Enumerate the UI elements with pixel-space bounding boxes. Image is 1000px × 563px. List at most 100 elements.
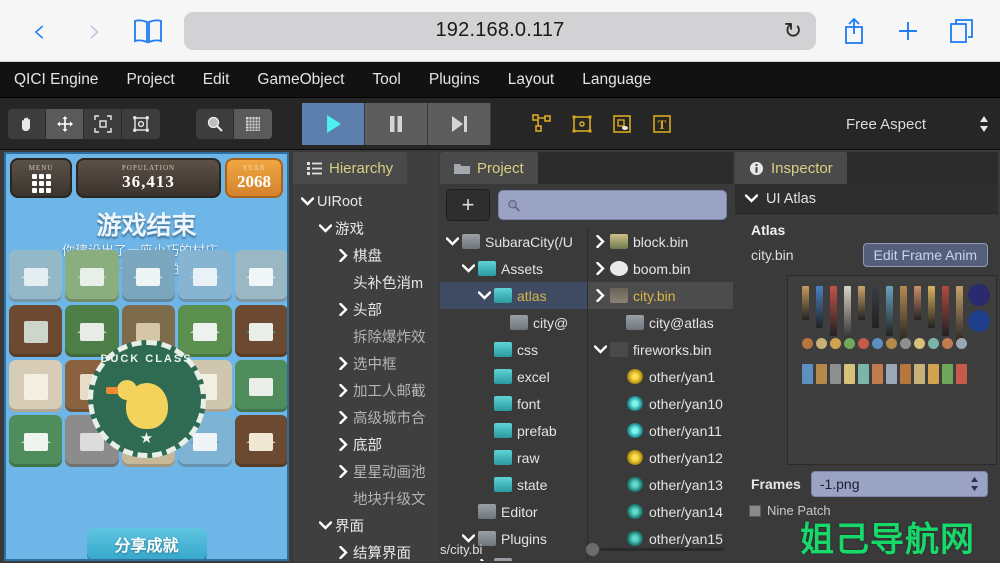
bookmarks-button[interactable] [128,11,168,51]
new-tab-button[interactable] [886,9,930,53]
game-tile[interactable] [178,250,232,302]
address-bar[interactable]: 192.168.0.117 ↻ [184,11,816,50]
project-asset-item[interactable]: other/yan14 [588,498,733,525]
project-asset-item[interactable]: other/yan12 [588,444,733,471]
play-button[interactable] [302,102,365,145]
game-tile[interactable] [9,415,63,467]
project-tree-item[interactable]: prefab [440,417,587,444]
scrollbar-knob[interactable] [586,543,599,556]
twisty-open-icon[interactable] [474,291,494,300]
edit-frame-animation-button[interactable]: Edit Frame Anim [862,243,988,267]
hierarchy-node[interactable]: 游戏 [293,215,438,242]
project-tree-item[interactable]: atlas [440,282,587,309]
game-tile[interactable] [234,305,287,357]
hierarchy-node[interactable]: UIRoot [293,188,438,215]
project-tree-item[interactable]: Assets [440,255,587,282]
menu-plugins[interactable]: Plugins [415,62,494,98]
node-gizmo-button[interactable] [523,105,561,143]
project-asset-item[interactable]: other/yan10 [588,390,733,417]
game-tile[interactable] [9,360,63,412]
project-tree-right[interactable]: block.bin boom.bin city.bin city@atlas firew… [588,228,733,561]
game-tile[interactable] [121,250,176,302]
project-asset-item[interactable]: other/yan13 [588,471,733,498]
project-search-box[interactable] [498,190,727,220]
project-asset-item[interactable]: other/yan1 [588,363,733,390]
nine-patch-checkbox[interactable] [749,504,761,517]
game-tile[interactable] [234,360,287,412]
twisty-open-icon[interactable] [315,224,335,233]
project-asset-item[interactable]: city.bin [588,282,733,309]
hierarchy-node[interactable]: 底部 [293,431,438,458]
back-button[interactable]: ‹ [16,8,62,54]
project-search-input[interactable] [526,197,718,213]
twisty-open-icon[interactable] [442,237,462,246]
menu-tool[interactable]: Tool [358,62,414,98]
project-asset-item[interactable]: block.bin [588,228,733,255]
share-achievement-button[interactable]: 分享成就 [86,528,207,559]
twisty-closed-icon[interactable] [333,303,353,316]
game-tile[interactable] [65,250,119,302]
menu-language[interactable]: Language [568,62,665,98]
menu-gameobject[interactable]: GameObject [243,62,358,98]
pause-button[interactable] [365,102,428,145]
twisty-closed-icon[interactable] [474,559,494,561]
twisty-closed-icon[interactable] [590,235,610,248]
frames-select[interactable]: -1.png [810,471,988,497]
twisty-closed-icon[interactable] [590,289,610,302]
rect-tool-button[interactable] [122,108,160,139]
game-tile[interactable] [234,250,287,302]
twisty-closed-icon[interactable] [333,384,353,397]
hierarchy-node[interactable]: 选中框 [293,350,438,377]
hierarchy-node[interactable]: 拆除爆炸效 [293,323,438,350]
game-tile[interactable] [9,250,63,302]
project-tree-item[interactable]: css [440,336,587,363]
twisty-closed-icon[interactable] [333,249,353,262]
game-tile[interactable] [65,305,119,357]
hierarchy-node[interactable]: 头补色消m [293,269,438,296]
project-asset-item[interactable]: fireworks.bin [588,336,733,363]
share-button[interactable] [832,9,876,53]
twisty-open-icon[interactable] [590,345,610,354]
step-button[interactable] [428,102,491,145]
tab-inspector[interactable]: Inspector [735,152,847,184]
hand-tool-button[interactable] [8,108,46,139]
tab-project[interactable]: Project [440,152,538,184]
aspect-selector[interactable]: Free Aspect [846,98,990,150]
project-tree-item[interactable]: raw [440,444,587,471]
project-tree-item[interactable]: city@ [440,309,587,336]
project-asset-item[interactable]: boom.bin [588,255,733,282]
add-asset-button[interactable]: + [446,189,490,221]
project-asset-item[interactable]: city@atlas [588,309,733,336]
forward-button[interactable]: › [72,8,118,54]
move-tool-button[interactable] [46,108,84,139]
project-tree-left[interactable]: SubaraCity(/U Assets atlas city@ css excel fon… [440,228,588,561]
game-tile[interactable] [178,305,232,357]
project-tree-item[interactable]: state [440,471,587,498]
game-preview-panel[interactable]: MENU POPULATION 36,413 YEAR 2068 游戏结束 你建… [4,152,289,561]
hierarchy-node[interactable]: 高级城市合 [293,404,438,431]
grid-tool-button[interactable] [234,108,272,139]
hierarchy-node[interactable]: 星星动画池 [293,458,438,485]
anchor-gizmo-button[interactable] [603,105,641,143]
hierarchy-node[interactable]: 棋盘 [293,242,438,269]
hierarchy-node[interactable]: 地块升级文 [293,485,438,512]
game-menu-button[interactable]: MENU [10,158,72,198]
hierarchy-node[interactable]: 结算界面 [293,539,438,561]
twisty-open-icon[interactable] [458,264,478,273]
menu-qici-engine[interactable]: QICI Engine [0,62,112,98]
game-tile[interactable] [234,415,287,467]
menu-edit[interactable]: Edit [189,62,244,98]
project-tree-item[interactable]: font [440,390,587,417]
show-tabs-button[interactable] [940,9,984,53]
hierarchy-node[interactable]: 加工人邮截 [293,377,438,404]
project-tree-item[interactable]: excel [440,363,587,390]
twisty-closed-icon[interactable] [333,546,353,559]
project-tree-item[interactable]: SubaraCity(/U [440,228,587,255]
twisty-open-icon[interactable] [297,197,317,206]
project-tree-item[interactable]: Editor [440,498,587,525]
reload-icon[interactable]: ↻ [784,18,802,44]
ui-atlas-section-header[interactable]: UI Atlas [735,184,998,214]
game-tile[interactable] [9,305,63,357]
hierarchy-node[interactable]: 头部 [293,296,438,323]
twisty-closed-icon[interactable] [333,357,353,370]
